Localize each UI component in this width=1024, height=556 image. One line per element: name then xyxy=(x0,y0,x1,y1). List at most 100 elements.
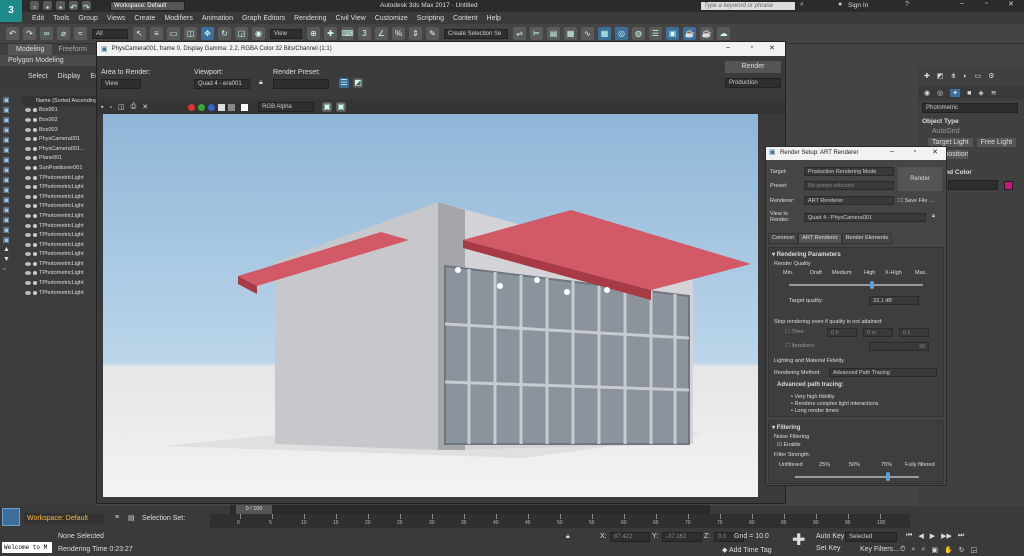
filter-none-icon[interactable]: ▣ xyxy=(3,226,17,236)
open-file-icon[interactable]: ▪ xyxy=(43,1,52,12)
display-tab-icon[interactable]: ▭ xyxy=(975,72,982,80)
schematic-view-icon[interactable]: ▦ xyxy=(598,27,611,40)
blue-channel-icon[interactable] xyxy=(208,103,216,111)
workspace-dropdown[interactable]: Workspace: Default xyxy=(110,1,185,11)
menu-edit[interactable]: Edit xyxy=(32,15,44,22)
undo-icon[interactable]: ↶ xyxy=(69,1,78,12)
close-icon[interactable]: ✕ xyxy=(1008,0,1014,8)
iterations-checkbox[interactable]: ☐ Iterations: xyxy=(785,343,816,349)
tab-common[interactable]: Common xyxy=(768,233,799,244)
time-hours-spinner[interactable]: 0 h xyxy=(827,328,857,337)
scene-tab-display[interactable]: Display xyxy=(57,73,80,80)
filter-hidden-icon[interactable]: ▣ xyxy=(3,206,17,216)
list-item[interactable]: Box002 xyxy=(22,115,96,125)
toggle-ui-icon[interactable]: ▣ xyxy=(336,102,347,112)
new-file-icon[interactable]: ▫ xyxy=(30,1,39,12)
scale-icon[interactable]: ◲ xyxy=(235,27,248,40)
eye-icon[interactable] xyxy=(25,242,31,247)
geometry-category-icon[interactable]: ◉ xyxy=(924,89,930,97)
list-item[interactable]: TPhotometricLight xyxy=(22,240,96,250)
render-iterative-icon[interactable]: ☕ xyxy=(700,27,713,40)
tab-art-renderer[interactable]: ART Renderer xyxy=(798,233,842,244)
background-swatch[interactable] xyxy=(241,103,249,111)
eye-icon[interactable] xyxy=(25,175,31,180)
minimize-icon[interactable]: – xyxy=(960,0,964,7)
lock-icon[interactable]: 🔒︎ xyxy=(932,213,935,220)
eye-icon[interactable] xyxy=(25,261,31,266)
list-item[interactable]: Plane001 xyxy=(22,154,96,164)
render-setup-icon[interactable]: ☰ xyxy=(339,78,349,88)
viewport-dropdown[interactable]: Quad 4 - era001 xyxy=(194,79,250,89)
hierarchy-tab-icon[interactable]: ⋔ xyxy=(951,72,957,80)
print-icon[interactable]: ⎙ xyxy=(131,103,137,111)
view-to-render-dropdown[interactable]: Quad 4 - PhysCamera001 xyxy=(804,213,926,222)
shapes-category-icon[interactable]: ◎ xyxy=(937,89,943,97)
list-item[interactable]: TPhotometricLight xyxy=(22,288,96,298)
zoom-icon[interactable]: ⌕ xyxy=(911,546,915,554)
time-minutes-spinner[interactable]: 0 m xyxy=(863,328,893,337)
spacewarps-category-icon[interactable]: ≋ xyxy=(991,89,997,97)
find-icon[interactable]: ▫ xyxy=(3,266,17,276)
maxscript-listener[interactable]: Welcome to M xyxy=(2,542,52,553)
edit-named-sets-icon[interactable]: ✎ xyxy=(426,27,439,40)
menu-customize[interactable]: Customize xyxy=(375,15,408,22)
filter-spacewarps-icon[interactable]: ▣ xyxy=(3,146,17,156)
eye-icon[interactable] xyxy=(25,165,31,170)
rollout-filtering[interactable]: ▾ Filtering xyxy=(772,424,800,431)
motion-tab-icon[interactable]: ◐ xyxy=(963,73,967,80)
redo-icon[interactable]: ↷ xyxy=(82,1,91,12)
eye-icon[interactable] xyxy=(25,185,31,190)
set-key-button[interactable]: Set Key xyxy=(816,545,841,552)
menu-rendering[interactable]: Rendering xyxy=(294,15,326,22)
viewport-layout-tab[interactable] xyxy=(2,508,20,526)
list-item[interactable]: TPhotometricLight xyxy=(22,202,96,212)
sign-in-link[interactable]: Sign In xyxy=(848,2,868,9)
filter-helpers-icon[interactable]: ▣ xyxy=(3,136,17,146)
window-crossing-icon[interactable]: ◫ xyxy=(184,27,197,40)
eye-icon[interactable] xyxy=(25,146,31,151)
filter-groups-icon[interactable]: ▣ xyxy=(3,156,17,166)
add-time-tag-button[interactable]: ◆ Add Time Tag xyxy=(722,546,772,554)
save-file-icon[interactable]: ▪ xyxy=(56,1,65,12)
select-object-icon[interactable]: ↖ xyxy=(133,27,146,40)
list-item[interactable]: TPhotometricLight xyxy=(22,221,96,231)
list-item[interactable]: TPhotometricLight xyxy=(22,182,96,192)
iterations-spinner[interactable]: 30 xyxy=(869,342,929,351)
save-image-icon[interactable]: ▪ xyxy=(101,104,103,111)
key-filters-button[interactable]: Key Filters... xyxy=(860,546,899,553)
move-icon[interactable]: ✥ xyxy=(201,27,214,40)
tab-render-elements[interactable]: Render Elements xyxy=(841,233,893,244)
maximize-icon[interactable]: ▫ xyxy=(985,0,987,7)
rollout-rendering-parameters[interactable]: ▾ Rendering Parameters xyxy=(772,251,841,258)
alpha-channel-icon[interactable] xyxy=(218,103,226,111)
workspace-selector[interactable]: Workspace: Default xyxy=(24,513,104,524)
menu-modifiers[interactable]: Modifiers xyxy=(164,15,192,22)
go-to-end-icon[interactable]: ⏭ xyxy=(958,532,964,540)
render-production-icon[interactable]: ☕ xyxy=(683,27,696,40)
save-file-checkbox[interactable]: ☐ Save File … xyxy=(898,198,934,204)
cameras-category-icon[interactable]: ■ xyxy=(967,90,971,97)
maximize-icon[interactable]: ▫ xyxy=(914,148,916,155)
list-item[interactable]: Box003 xyxy=(22,125,96,135)
rotate-icon[interactable]: ↻ xyxy=(218,27,231,40)
renderer-dropdown[interactable]: ART Renderer xyxy=(804,196,894,205)
layer-icon[interactable]: ≡ xyxy=(115,514,119,521)
list-item[interactable]: Box001 xyxy=(22,106,96,116)
filter-geometry-icon[interactable]: ▣ xyxy=(3,96,17,106)
named-selection-dropdown[interactable]: Create Selection Se xyxy=(444,28,508,39)
link-icon[interactable]: ∞ xyxy=(40,27,53,40)
helpers-category-icon[interactable]: ◈ xyxy=(978,89,983,97)
zoom-extents-icon[interactable]: ▣ xyxy=(931,546,938,554)
list-item[interactable]: TPhotometricLight xyxy=(22,278,96,288)
scene-header[interactable]: Name (Sorted Ascending) xyxy=(22,96,99,106)
render-preset-dropdown[interactable] xyxy=(273,79,329,89)
clear-icon[interactable]: ✕ xyxy=(142,103,148,111)
close-icon[interactable]: ✕ xyxy=(769,44,775,52)
menu-create[interactable]: Create xyxy=(134,15,155,22)
scene-tab-select[interactable]: Select xyxy=(28,73,47,80)
eye-icon[interactable] xyxy=(25,233,31,238)
menu-graph-editors[interactable]: Graph Editors xyxy=(242,15,285,22)
add-key-icon[interactable]: ✚ xyxy=(792,530,805,550)
sync-selection-icon[interactable]: ▲ xyxy=(3,246,17,256)
filter-lights-icon[interactable]: ▣ xyxy=(3,116,17,126)
